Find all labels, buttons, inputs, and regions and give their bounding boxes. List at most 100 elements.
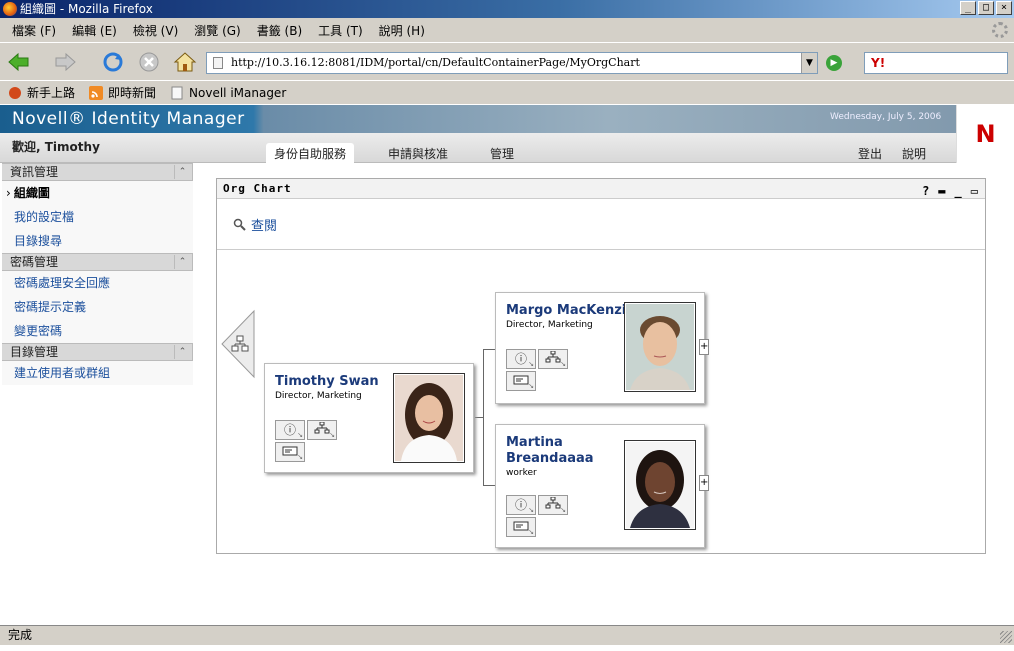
person-title: Director, Marketing — [506, 320, 593, 330]
info-icon: ⓘ — [514, 352, 527, 366]
info-button[interactable]: ⓘ ↘ — [275, 420, 305, 440]
corner-icon: ↘ — [528, 528, 534, 536]
resize-grip-icon[interactable] — [1000, 631, 1012, 643]
menu-bar: 檔案 (F) 編輯 (E) 檢視 (V) 瀏覽 (G) 書籤 (B) 工具 (T… — [0, 18, 1014, 42]
section-title: 資訊管理 — [10, 165, 59, 179]
sidebar-section-password-management[interactable]: 密碼管理 ⌃ — [2, 253, 193, 271]
connector-line — [483, 485, 495, 486]
card-icon — [282, 446, 298, 456]
sidebar-item-org-chart[interactable]: 組織圖 — [2, 181, 193, 205]
bookmark-news[interactable]: 即時新聞 — [89, 84, 156, 101]
section-title: 密碼管理 — [10, 255, 59, 269]
sidebar-item-directory-search[interactable]: 目錄搜尋 — [2, 229, 193, 253]
home-icon[interactable] — [172, 49, 198, 75]
person-name[interactable]: Martina Breandaaaa — [506, 435, 616, 467]
info-icon: ⓘ — [514, 498, 527, 512]
person-photo — [393, 373, 465, 463]
menu-go[interactable]: 瀏覽 (G) — [186, 22, 248, 39]
window-controls: _ □ × — [960, 1, 1012, 15]
connector-line — [483, 349, 495, 350]
portlet-controls: ? ▬ _ ▭ — [922, 181, 979, 201]
back-icon[interactable] — [6, 49, 32, 75]
up-level-arrow-icon[interactable] — [220, 309, 256, 379]
app-banner: Novell® Identity Manager Wednesday, July… — [0, 105, 1014, 133]
url-dropdown-icon[interactable]: ▼ — [801, 53, 817, 73]
sidebar-item-challenge-response[interactable]: 密碼處理安全回應 — [2, 271, 193, 295]
maximize-icon[interactable]: ▭ — [971, 181, 979, 201]
hierarchy-icon — [545, 496, 561, 509]
bookmark-label: 即時新聞 — [108, 86, 157, 100]
hierarchy-icon — [314, 421, 330, 434]
email-button[interactable]: ↘ — [506, 517, 536, 537]
corner-icon: ↘ — [297, 453, 303, 461]
corner-icon: ↘ — [560, 360, 566, 368]
minimize-icon[interactable]: _ — [955, 181, 963, 201]
logout-link[interactable]: 登出 — [858, 145, 882, 162]
reload-icon[interactable] — [100, 49, 126, 75]
close-button[interactable]: × — [996, 1, 1012, 15]
magnifier-icon — [233, 218, 246, 231]
address-url: http://10.3.16.12:8081/IDM/portal/cn/Def… — [231, 56, 640, 69]
expand-button[interactable]: + — [699, 339, 709, 355]
sidebar-item-password-hint[interactable]: 密碼提示定義 — [2, 295, 193, 319]
forward-icon[interactable] — [52, 49, 78, 75]
lookup-link[interactable]: 查閱 — [233, 215, 277, 234]
card-icon — [513, 521, 529, 531]
menu-edit[interactable]: 編輯 (E) — [64, 22, 125, 39]
corner-icon: ↘ — [560, 506, 566, 514]
tab-self-service[interactable]: 身份自助服務 — [266, 143, 355, 163]
person-name[interactable]: Margo MacKenzie — [506, 303, 635, 319]
bookmark-label: 新手上路 — [27, 86, 76, 100]
info-button[interactable]: ⓘ ↘ — [506, 495, 536, 515]
go-icon[interactable]: ▶ — [826, 55, 842, 71]
bookmark-label: Novell iManager — [189, 85, 287, 100]
corner-icon: ↘ — [528, 382, 534, 390]
search-input[interactable]: Y! — [864, 52, 1008, 74]
email-button[interactable]: ↘ — [275, 442, 305, 462]
maximize-button[interactable]: □ — [978, 1, 994, 15]
expand-button[interactable]: + — [699, 475, 709, 491]
sidebar-item-create-user-group[interactable]: 建立使用者或群組 — [2, 361, 193, 385]
sidebar-item-my-profile[interactable]: 我的設定檔 — [2, 205, 193, 229]
bookmark-getting-started[interactable]: 新手上路 — [8, 84, 75, 101]
menu-help[interactable]: 說明 (H) — [371, 22, 433, 39]
stop-icon[interactable] — [136, 49, 162, 75]
menu-tools[interactable]: 工具 (T) — [310, 22, 371, 39]
collapse-icon[interactable]: ⌃ — [174, 345, 190, 359]
person-name[interactable]: Timothy Swan — [275, 374, 379, 390]
help-icon[interactable]: ? — [922, 181, 930, 201]
address-bar[interactable]: http://10.3.16.12:8081/IDM/portal/cn/Def… — [206, 52, 818, 74]
print-icon[interactable]: ▬ — [938, 181, 946, 201]
corner-icon: ↘ — [528, 360, 534, 368]
rss-icon — [89, 85, 104, 100]
window-titlebar: 組織圖 - Mozilla Firefox _ □ × — [0, 0, 1014, 18]
lookup-label: 查閱 — [251, 219, 278, 234]
collapse-icon[interactable]: ⌃ — [174, 255, 190, 269]
menu-bookmarks[interactable]: 書籤 (B) — [249, 22, 310, 39]
bookmark-imanager[interactable]: Novell iManager — [170, 86, 286, 100]
card-icon — [513, 375, 529, 385]
menu-file[interactable]: 檔案 (F) — [4, 22, 64, 39]
welcome-text: 歡迎, Timothy — [12, 140, 100, 154]
window-title: 組織圖 - Mozilla Firefox — [20, 2, 153, 16]
info-button[interactable]: ⓘ ↘ — [506, 349, 536, 369]
help-link[interactable]: 說明 — [902, 145, 926, 162]
portlet-title: Org Chart — [223, 182, 292, 195]
status-bar: 完成 — [0, 625, 1014, 645]
org-chart-button[interactable]: ↘ — [538, 495, 568, 515]
sidebar-section-info-management[interactable]: 資訊管理 ⌃ — [2, 163, 193, 181]
yahoo-icon[interactable]: Y! — [871, 56, 885, 70]
org-chart-button[interactable]: ↘ — [538, 349, 568, 369]
tab-administration[interactable]: 管理 — [490, 145, 514, 162]
tab-requests-approvals[interactable]: 申請與核准 — [388, 145, 448, 162]
app-title: Novell® Identity Manager — [12, 109, 245, 129]
collapse-icon[interactable]: ⌃ — [174, 165, 190, 179]
org-chart-button[interactable]: ↘ — [307, 420, 337, 440]
minimize-button[interactable]: _ — [960, 1, 976, 15]
corner-icon: ↘ — [297, 431, 303, 439]
menu-view[interactable]: 檢視 (V) — [125, 22, 186, 39]
sidebar-item-change-password[interactable]: 變更密碼 — [2, 319, 193, 343]
sidebar-section-directory-management[interactable]: 目錄管理 ⌃ — [2, 343, 193, 361]
email-button[interactable]: ↘ — [506, 371, 536, 391]
header-nav: 歡迎, Timothy 身份自助服務 申請與核准 管理 登出 說明 — [0, 133, 956, 163]
